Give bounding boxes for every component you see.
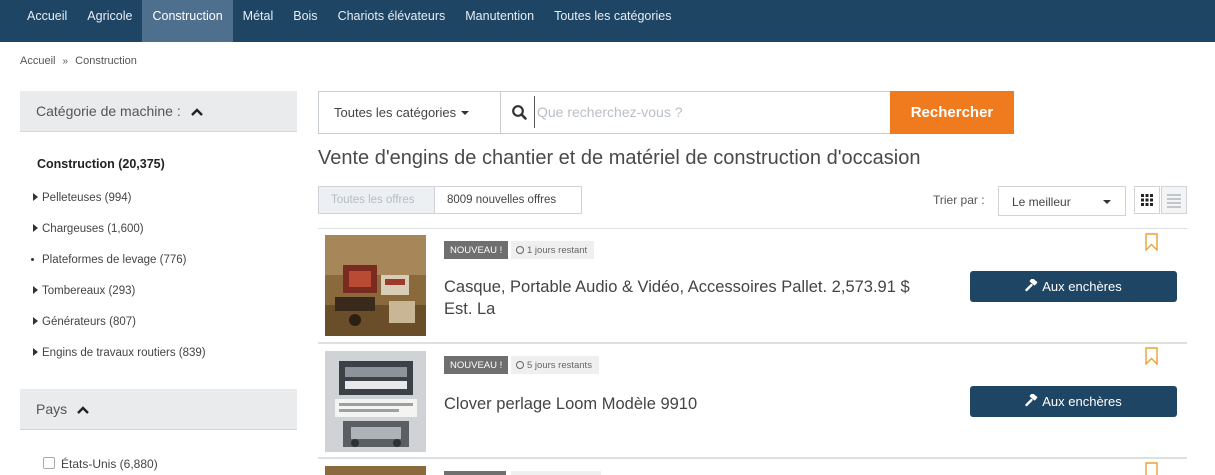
caret-right-icon — [33, 317, 38, 325]
caret-down-icon — [461, 111, 470, 115]
bid-button-label: Aux enchères — [1042, 279, 1122, 294]
category-item-plateformes[interactable]: Plateformes de levage (776) — [30, 254, 206, 285]
country-filter-header-label: Pays — [36, 401, 68, 417]
listing-title[interactable]: Casque, Portable Audio & Vidéo, Accessoi… — [444, 276, 914, 320]
bid-button[interactable]: Aux enchères — [970, 271, 1177, 302]
nav-item-all-categories[interactable]: Toutes les catégories — [544, 0, 681, 42]
time-left-badge: 1 jours restant — [511, 241, 595, 259]
new-badge: NOUVEAU ! — [444, 241, 509, 259]
country-checkbox[interactable] — [43, 457, 55, 469]
category-item-pelleteuses[interactable]: Pelleteuses (994) — [33, 192, 206, 223]
nav-item-metal[interactable]: Métal — [233, 0, 284, 42]
new-badge: NOUVEAU ! — [444, 356, 509, 374]
nav-item-manutention[interactable]: Manutention — [455, 0, 544, 42]
search-bar: Toutes les catégories Rechercher — [318, 91, 1014, 134]
caret-right-icon — [33, 193, 38, 201]
category-filter-header[interactable]: Catégorie de machine : — [20, 91, 297, 132]
nav-item-agricole[interactable]: Agricole — [77, 0, 142, 42]
chevron-up-icon — [77, 405, 89, 417]
new-badge — [444, 471, 506, 475]
category-item-tombereaux[interactable]: Tombereaux (293) — [33, 285, 206, 316]
grid-view-icon — [1141, 194, 1153, 206]
listing-item[interactable]: NOUVEAU ! 5 jours restants Clover perlag… — [318, 343, 1187, 458]
listing-item[interactable] — [318, 458, 1187, 475]
country-item-usa[interactable]: États-Unis (6,880) — [43, 457, 158, 471]
clock-icon — [516, 361, 524, 369]
listing-thumbnail[interactable] — [325, 235, 426, 336]
country-label: États-Unis (6,880) — [61, 457, 158, 471]
page-title: Vente d'engins de chantier et de matérie… — [318, 147, 921, 169]
bookmark-icon[interactable] — [1145, 347, 1158, 365]
top-nav: Accueil Agricole Construction Métal Bois… — [0, 0, 1215, 42]
nav-item-accueil[interactable]: Accueil — [17, 0, 77, 42]
search-button[interactable]: Rechercher — [890, 91, 1014, 134]
sort-label: Trier par : — [933, 193, 985, 207]
tab-all-offers[interactable]: Toutes les offres — [318, 186, 435, 214]
caret-right-icon — [33, 286, 38, 294]
search-icon — [511, 104, 528, 121]
nav-item-construction[interactable]: Construction — [142, 0, 233, 42]
listing-item[interactable]: NOUVEAU ! 1 jours restant Casque, Portab… — [318, 228, 1187, 343]
category-item-label: Tombereaux (293) — [42, 285, 136, 297]
bid-button-label: Aux enchères — [1042, 394, 1122, 409]
caret-right-icon — [33, 348, 38, 356]
list-view-icon — [1167, 194, 1181, 208]
category-item-label: Générateurs (807) — [42, 316, 136, 328]
caret-down-icon — [1103, 200, 1111, 204]
category-item-engins-routiers[interactable]: Engins de travaux routiers (839) — [33, 347, 206, 378]
category-item-label: Pelleteuses (994) — [42, 192, 132, 204]
tab-new-offers[interactable]: 8009 nouvelles offres — [434, 186, 582, 214]
nav-item-chariots[interactable]: Chariots élévateurs — [328, 0, 456, 42]
time-left-badge — [511, 471, 601, 475]
list-view-button[interactable] — [1161, 186, 1187, 214]
bullet-icon — [31, 258, 34, 261]
listing-thumbnail[interactable] — [325, 351, 426, 452]
bookmark-icon[interactable] — [1145, 233, 1158, 251]
clock-icon — [516, 246, 524, 254]
category-item-label: Chargeuses (1,600) — [42, 223, 144, 235]
category-filter-header-label: Catégorie de machine : — [36, 103, 181, 119]
breadcrumb: Accueil » Construction — [20, 55, 141, 67]
breadcrumb-home-link[interactable]: Accueil — [20, 55, 55, 67]
bid-button[interactable]: Aux enchères — [970, 386, 1177, 417]
gavel-icon — [1025, 278, 1038, 292]
listing-title[interactable]: Clover perlage Loom Modèle 9910 — [444, 393, 914, 415]
bookmark-icon[interactable] — [1145, 462, 1158, 475]
time-left-text: 5 jours restants — [527, 360, 592, 371]
caret-right-icon — [33, 224, 38, 232]
sort-select-value: Le meilleur — [1012, 195, 1071, 209]
sort-select[interactable]: Le meilleur — [998, 186, 1126, 216]
grid-view-button[interactable] — [1134, 186, 1160, 214]
category-item-generateurs[interactable]: Générateurs (807) — [33, 316, 206, 347]
category-item-chargeuses[interactable]: Chargeuses (1,600) — [33, 223, 206, 254]
category-item-label: Engins de travaux routiers (839) — [42, 347, 206, 359]
time-left-badge: 5 jours restants — [511, 356, 599, 374]
search-category-label: Toutes les catégories — [334, 105, 457, 120]
category-item-label: Plateformes de levage (776) — [42, 254, 187, 266]
nav-item-bois[interactable]: Bois — [283, 0, 327, 42]
gavel-icon — [1025, 393, 1038, 407]
time-left-text: 1 jours restant — [527, 245, 588, 256]
breadcrumb-current: Construction — [75, 55, 137, 67]
chevron-up-icon — [190, 107, 203, 119]
category-list: Pelleteuses (994) Chargeuses (1,600) Pla… — [30, 192, 206, 378]
country-filter-header[interactable]: Pays — [20, 389, 297, 430]
category-title: Construction (20,375) — [37, 157, 165, 171]
search-input[interactable] — [534, 96, 889, 128]
search-category-select[interactable]: Toutes les catégories — [319, 92, 501, 133]
breadcrumb-separator: » — [62, 56, 69, 67]
